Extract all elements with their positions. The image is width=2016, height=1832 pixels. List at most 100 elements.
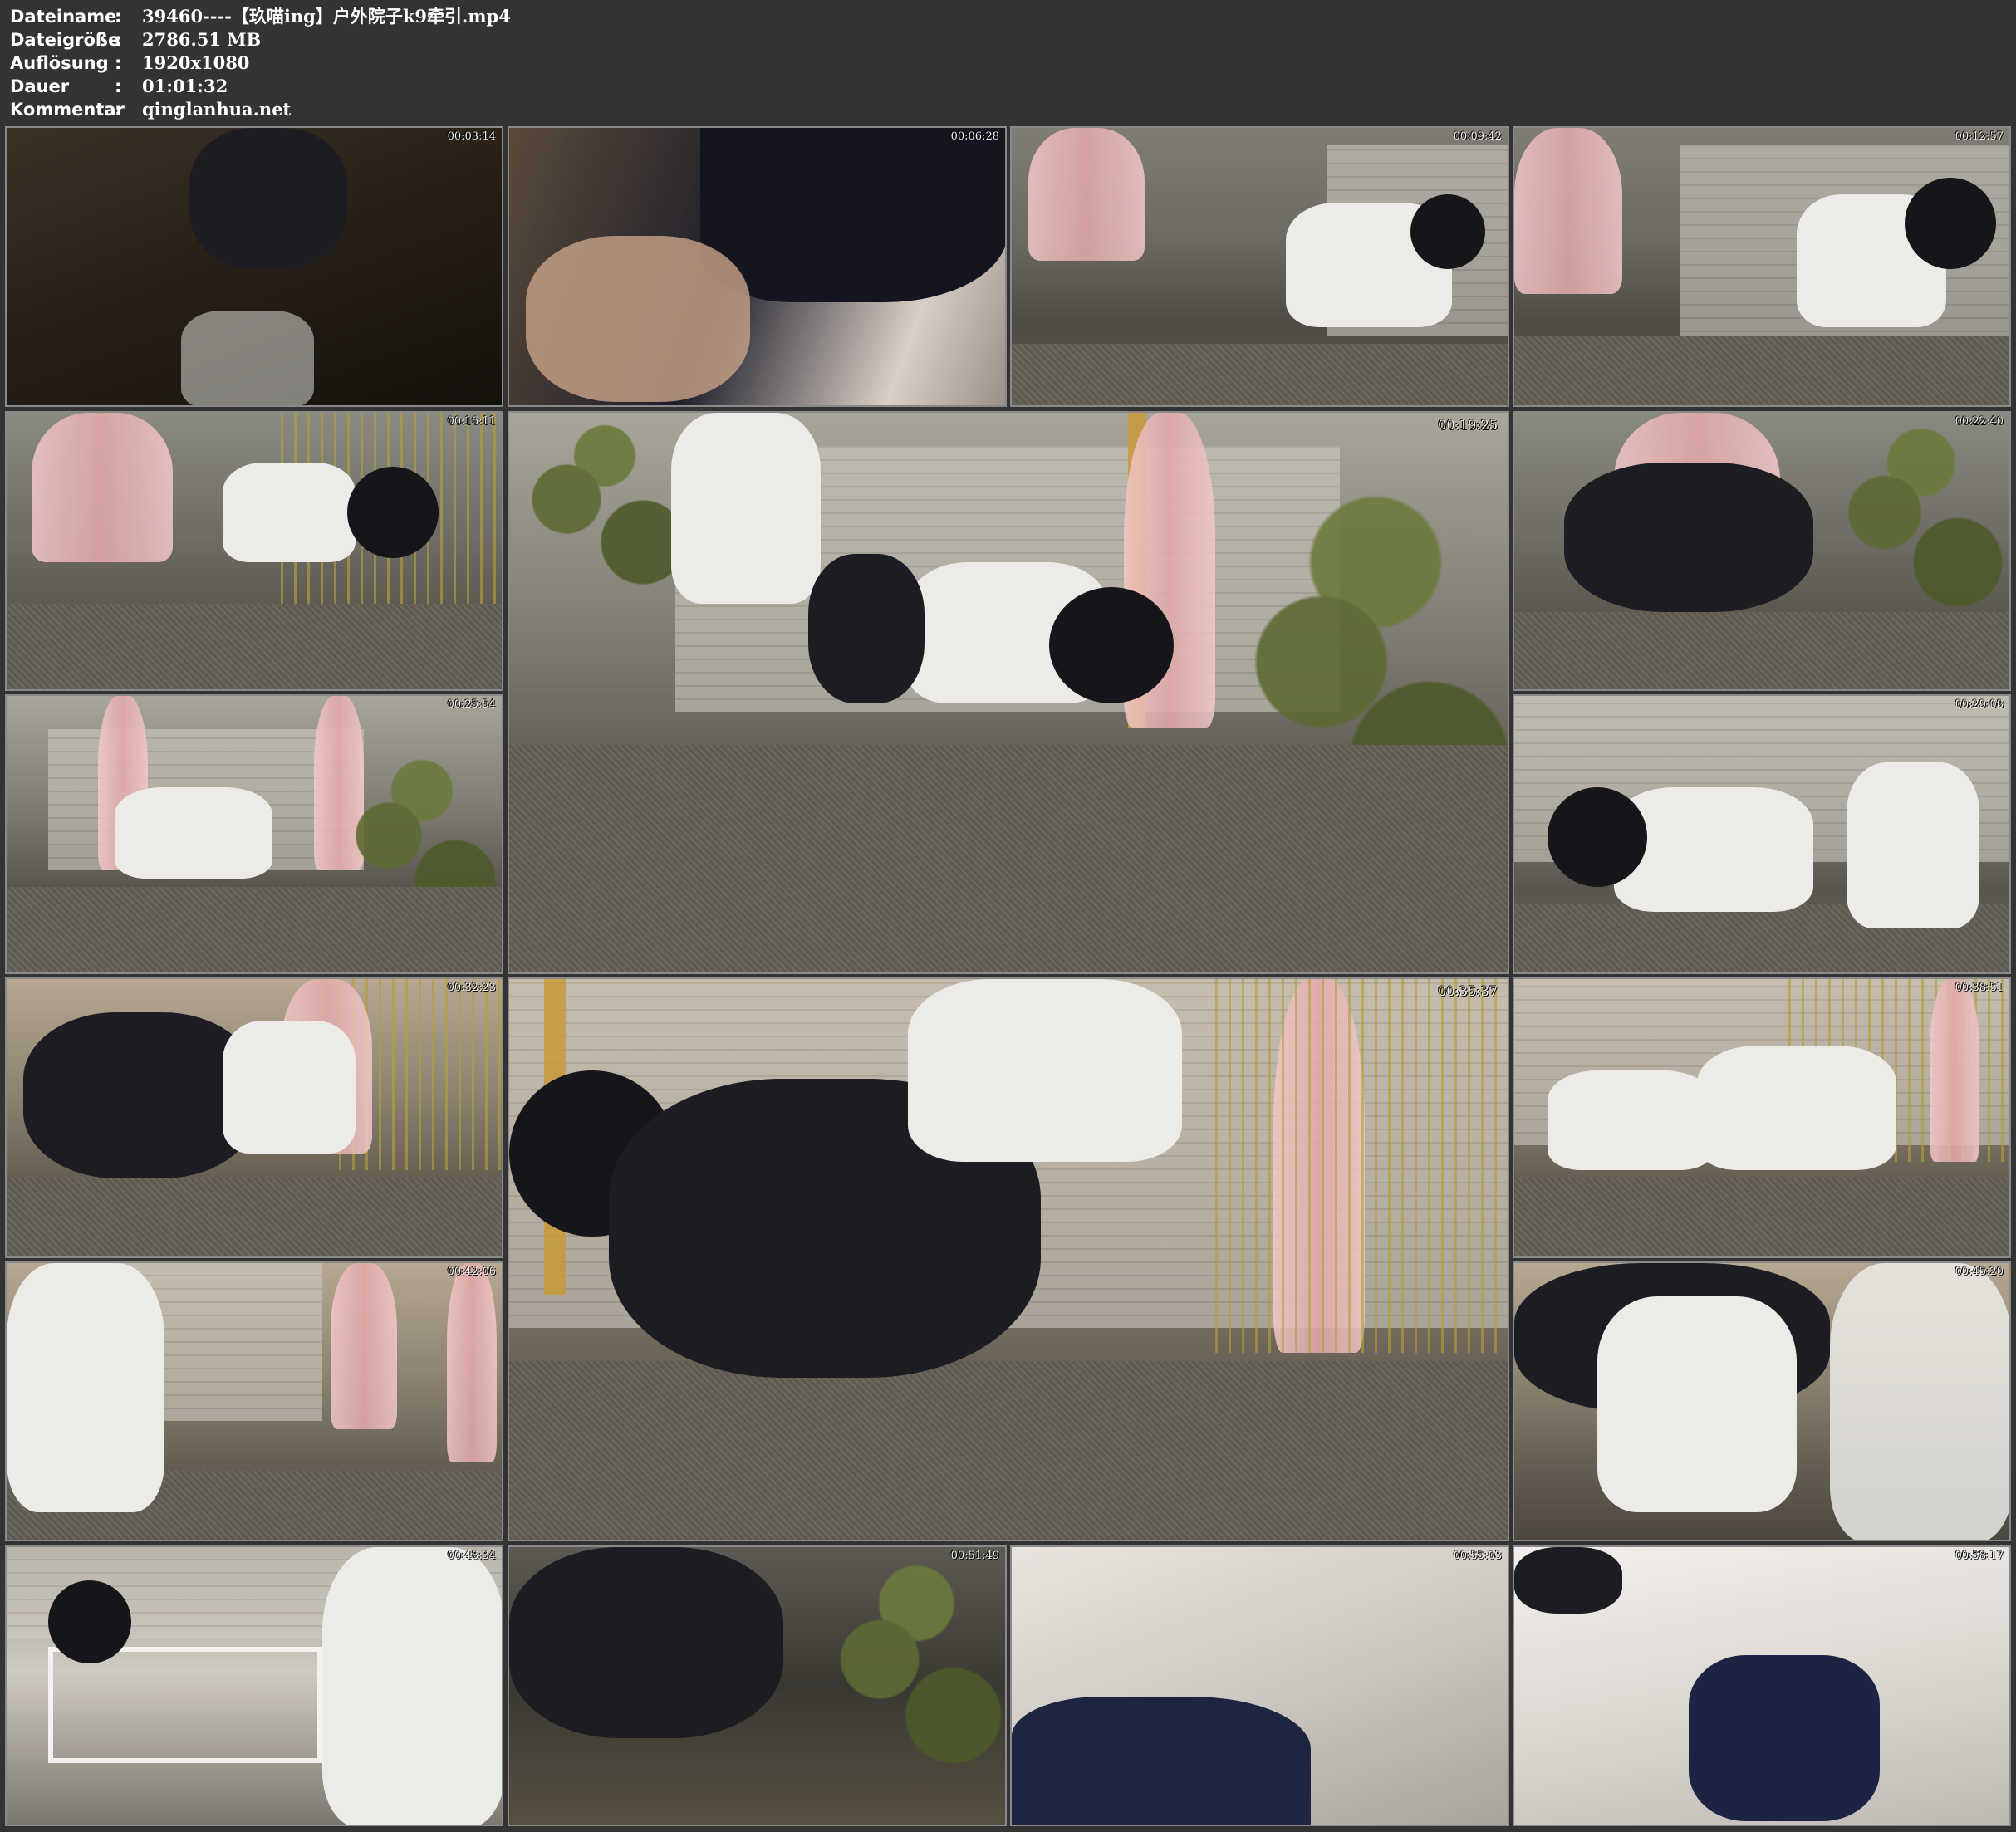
file-size-value: 2786.51 MB <box>142 29 262 50</box>
frame-image <box>1514 413 2009 689</box>
figure-shape <box>1548 1070 1714 1170</box>
file-name-value: 39460----【玖喵ing】户外院子k9牵引.mp4 <box>142 6 511 27</box>
figure-shape <box>181 311 314 405</box>
curtain <box>331 1263 397 1429</box>
frame-image <box>1514 696 2009 972</box>
figure-shape <box>1597 1296 1797 1512</box>
frame-image <box>509 413 1508 972</box>
curtain <box>447 1263 497 1462</box>
duration-value: 01:01:32 <box>142 76 228 96</box>
thumbnail-16[interactable]: 00:51:49 <box>508 1545 1007 1826</box>
frame-image <box>7 1547 502 1825</box>
thumbnail-6[interactable]: 00:19:25 <box>508 411 1509 974</box>
figure-shape <box>347 467 439 558</box>
frame-image <box>509 1547 1005 1825</box>
timestamp: 00:35:37 <box>1438 983 1498 999</box>
timestamp: 00:22:40 <box>1955 415 2004 428</box>
ground <box>1514 612 2009 689</box>
ground <box>1514 336 2009 405</box>
ground <box>1514 1178 2009 1256</box>
separator: : <box>115 53 122 73</box>
figure-shape <box>1689 1655 1880 1821</box>
file-name-row: Dateiname : 39460----【玖喵ing】户外院子k9牵引.mp4 <box>10 5 511 28</box>
timestamp: 00:09:42 <box>1453 130 1502 143</box>
bamboo <box>1215 979 1508 1353</box>
frame-image <box>1514 1547 2009 1825</box>
thumbnail-10[interactable]: 00:32:23 <box>5 977 503 1258</box>
figure-shape <box>322 1547 502 1825</box>
duration-label: Dauer <box>10 76 70 96</box>
curtain <box>1514 128 1622 294</box>
frame-image <box>1514 1263 2009 1540</box>
ground <box>7 1178 502 1256</box>
figure-shape <box>223 463 356 562</box>
resolution-row: Auflösung : 1920x1080 <box>10 51 511 75</box>
figure-shape <box>700 128 1005 302</box>
figure-shape <box>1847 762 1979 928</box>
timestamp: 00:12:57 <box>1955 130 2004 143</box>
bamboo-leaves <box>825 1547 1005 1825</box>
figure-shape <box>1410 194 1485 269</box>
separator: : <box>115 7 122 27</box>
figure-shape <box>1564 463 1813 612</box>
timestamp: 00:58:17 <box>1955 1550 2004 1562</box>
thumbnail-3[interactable]: 00:09:42 <box>1010 126 1509 407</box>
thumbnail-12[interactable]: 00:38:51 <box>1513 977 2011 1258</box>
ground <box>509 745 1508 972</box>
thumbnail-15[interactable]: 00:48:34 <box>5 1545 503 1826</box>
file-size-row: Dateigröße : 2786.51 MB <box>10 28 511 51</box>
figure-shape <box>48 1580 131 1663</box>
file-info-header: Dateiname : 39460----【玖喵ing】户外院子k9牵引.mp4… <box>10 5 511 121</box>
figure-shape <box>1514 1547 1622 1614</box>
comment-row: Kommentar : qinglanhua.net <box>10 98 511 121</box>
timestamp: 00:32:23 <box>447 982 496 994</box>
thumbnail-13[interactable]: 00:42:06 <box>5 1261 503 1541</box>
figure-shape <box>7 1263 164 1512</box>
curtain <box>1028 128 1145 261</box>
resolution-label: Auflösung <box>10 53 109 73</box>
figure-shape <box>189 128 347 269</box>
frame-image <box>7 1263 502 1540</box>
thumbnail-9[interactable]: 00:29:08 <box>1513 694 2011 974</box>
figure-shape <box>223 1021 356 1154</box>
frame-image <box>7 696 502 972</box>
figure-shape <box>23 1012 256 1178</box>
figure-shape <box>115 787 272 879</box>
thumbnail-11[interactable]: 00:35:37 <box>508 977 1509 1541</box>
separator: : <box>115 30 122 50</box>
frame-image <box>7 128 502 405</box>
figure-shape <box>1049 587 1174 703</box>
figure-shape <box>1548 787 1647 887</box>
timestamp: 00:48:34 <box>447 1550 496 1562</box>
timestamp: 00:19:25 <box>1438 417 1498 433</box>
thumbnail-4[interactable]: 00:12:57 <box>1513 126 2011 407</box>
frame-image <box>1012 128 1508 405</box>
thumbnail-1[interactable]: 00:03:14 <box>5 126 503 407</box>
thumbnail-2[interactable]: 00:06:28 <box>508 126 1007 407</box>
separator: : <box>115 100 122 120</box>
figure-shape <box>1830 1263 2009 1540</box>
thumbnail-17[interactable]: 00:55:03 <box>1010 1545 1509 1826</box>
timestamp: 00:16:11 <box>447 415 496 428</box>
timestamp: 00:55:03 <box>1453 1550 1502 1562</box>
timestamp: 00:06:28 <box>950 130 999 143</box>
comment-label: Kommentar <box>10 100 125 120</box>
figure-shape <box>671 413 821 604</box>
thumbnail-8[interactable]: 00:25:54 <box>5 694 503 974</box>
timestamp: 00:25:54 <box>447 698 496 711</box>
ground <box>7 887 502 972</box>
figure-shape <box>509 1547 783 1738</box>
thumbnail-7[interactable]: 00:22:40 <box>1513 411 2011 691</box>
thumbnail-14[interactable]: 00:45:20 <box>1513 1261 2011 1541</box>
duration-row: Dauer : 01:01:32 <box>10 75 511 98</box>
ground <box>1012 344 1508 405</box>
frame-image <box>509 128 1005 405</box>
figure-shape <box>908 979 1182 1162</box>
thumbnail-18[interactable]: 00:58:17 <box>1513 1545 2011 1826</box>
timestamp: 00:29:08 <box>1955 698 2004 711</box>
ground <box>509 1361 1508 1540</box>
frame-image <box>7 979 502 1256</box>
comment-value: qinglanhua.net <box>142 99 292 120</box>
thumbnail-5[interactable]: 00:16:11 <box>5 411 503 691</box>
frame-image <box>1012 1547 1508 1825</box>
